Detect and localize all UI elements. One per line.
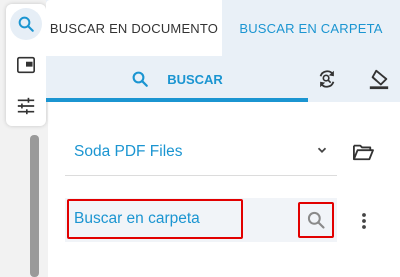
search-button[interactable]: BUSCAR xyxy=(46,56,308,102)
folder-search-field xyxy=(65,198,337,242)
active-action-underline xyxy=(46,98,308,102)
rail-panel-button[interactable] xyxy=(10,49,42,81)
search-icon xyxy=(18,16,34,32)
search-input[interactable] xyxy=(67,199,243,239)
rail-settings-button[interactable] xyxy=(10,90,42,122)
search-button-label: BUSCAR xyxy=(167,71,223,87)
folder-select[interactable]: Soda PDF Files xyxy=(65,128,337,176)
clear-search-button[interactable] xyxy=(366,66,392,92)
search-tabs: BUSCAR EN DOCUMENTO BUSCAR EN CARPETA xyxy=(46,0,400,56)
browse-folder-button[interactable] xyxy=(349,138,377,166)
tab-search-document[interactable]: BUSCAR EN DOCUMENTO xyxy=(46,0,222,56)
more-options-button[interactable] xyxy=(354,208,374,234)
folder-select-value: Soda PDF Files xyxy=(74,143,183,160)
eraser-icon xyxy=(369,69,389,90)
folder-open-icon xyxy=(352,144,374,161)
settings-sliders-icon xyxy=(17,97,35,115)
scrollbar[interactable] xyxy=(30,135,39,277)
rail-search-button[interactable] xyxy=(10,8,42,40)
chevron-down-icon xyxy=(317,147,327,153)
refresh-search-button[interactable] xyxy=(314,66,340,92)
tab-search-folder[interactable]: BUSCAR EN CARPETA xyxy=(222,0,400,56)
submit-search-button[interactable] xyxy=(298,202,334,238)
panel-icon xyxy=(17,56,35,74)
search-icon xyxy=(307,211,325,229)
search-icon xyxy=(132,71,149,87)
refresh-search-icon xyxy=(319,70,335,88)
more-vertical-icon xyxy=(362,213,366,229)
action-bar: BUSCAR xyxy=(46,56,400,102)
tool-rail xyxy=(6,4,46,126)
